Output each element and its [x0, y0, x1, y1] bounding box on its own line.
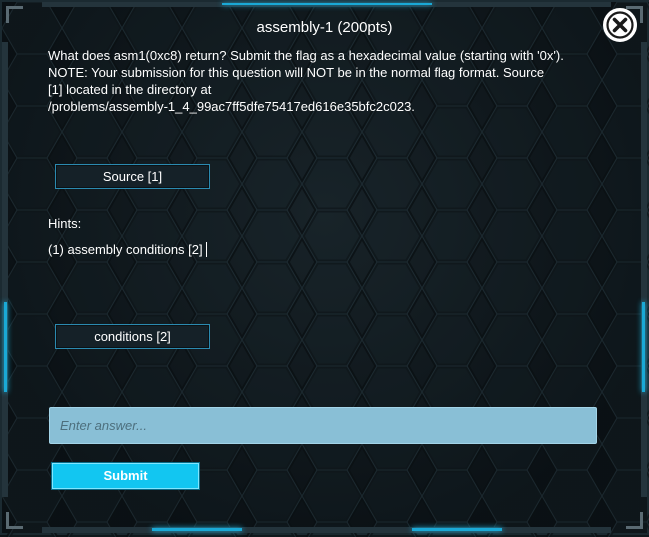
text-caret [205, 242, 207, 257]
hint-text: (1) assembly conditions [2] [48, 242, 203, 257]
answer-input[interactable] [49, 407, 597, 444]
frame-edge-right [641, 42, 647, 497]
frame-corner [626, 512, 643, 529]
description-line: /problems/assembly-1_4_99ac7ff5dfe75417e… [48, 99, 415, 114]
frame-edge-bottom [42, 527, 611, 533]
hints-label: Hints: [48, 216, 82, 231]
submit-button[interactable]: Submit [52, 463, 199, 489]
frame-glow-right [642, 302, 645, 392]
frame-glow-bottom-left [152, 528, 242, 531]
frame-corner [6, 512, 23, 529]
close-button[interactable] [603, 8, 637, 42]
dialog-title: assembly-1 (200pts) [256, 19, 393, 36]
description-line: What does asm1(0xc8) return? Submit the … [48, 48, 564, 63]
description-line: [1] located in the directory at [48, 82, 212, 97]
conditions-button[interactable]: conditions [2] [55, 324, 210, 349]
hint-item: (1) assembly conditions [2] [48, 242, 207, 257]
source-button[interactable]: Source [1] [55, 164, 210, 189]
frame-glow-bottom-right [412, 528, 502, 531]
description-line: NOTE: Your submission for this question … [48, 65, 545, 80]
close-circle-icon [606, 11, 634, 39]
frame-glow-top [222, 3, 432, 5]
challenge-description: What does asm1(0xc8) return? Submit the … [48, 47, 608, 115]
frame-glow-left [4, 302, 7, 392]
frame-edge-left [2, 42, 8, 497]
